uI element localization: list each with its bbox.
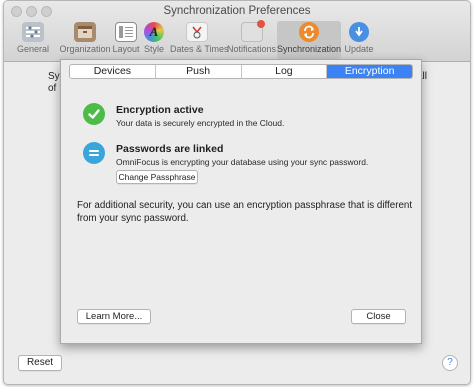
toolbar-label: Layout [112, 44, 140, 54]
toolbar-synchronization[interactable]: Synchronization [277, 21, 341, 59]
toolbar-notifications[interactable]: Notifications [227, 20, 277, 59]
change-passphrase-button[interactable]: Change Passphrase [116, 170, 198, 184]
passwords-linked-subtitle: OmniFocus is encrypting your database us… [116, 157, 369, 167]
sync-icon [299, 22, 319, 42]
reset-button[interactable]: Reset [18, 355, 62, 371]
toolbar-label: Style [143, 44, 164, 54]
layout-icon [115, 22, 137, 42]
toolbar-style[interactable]: A Style [141, 21, 167, 59]
toolbar-label: Dates & Times [170, 44, 229, 54]
window-title: Synchronization Preferences [163, 5, 311, 17]
calendar-clock-icon [186, 22, 208, 42]
toolbar-dates-times[interactable]: Dates & Times [170, 21, 229, 59]
title-bar: Synchronization Preferences General Orga… [4, 1, 470, 62]
notifications-icon [240, 20, 265, 42]
close-button[interactable]: Close [351, 309, 406, 324]
equals-icon [83, 142, 105, 164]
toolbar-label: Update [344, 44, 374, 54]
passwords-linked-title: Passwords are linked [116, 143, 224, 155]
general-icon [22, 22, 44, 42]
toolbar-general[interactable]: General [13, 21, 53, 59]
toolbar-layout[interactable]: Layout [111, 21, 141, 59]
toolbar-organization[interactable]: Organization [59, 21, 111, 59]
toolbar-label: Organization [59, 44, 111, 54]
sync-sheet: Devices Push Log Encryption Encryption a… [60, 59, 422, 344]
encryption-status-title: Encryption active [116, 104, 204, 116]
background-text: Sy [48, 71, 60, 82]
notification-badge [256, 20, 265, 28]
sheet-tab-bar: Devices Push Log Encryption [69, 64, 413, 79]
toolbar-label: Notifications [227, 44, 277, 54]
organization-icon [74, 22, 96, 42]
checkmark-icon [83, 103, 105, 125]
tab-devices[interactable]: Devices [70, 65, 156, 78]
tab-encryption[interactable]: Encryption [327, 65, 412, 78]
style-icon: A [144, 22, 164, 42]
encryption-info-text: For additional security, you can use an … [77, 200, 413, 224]
toolbar-label: Synchronization [277, 44, 342, 54]
background-text: of [48, 83, 57, 94]
tab-log[interactable]: Log [242, 65, 328, 78]
learn-more-button[interactable]: Learn More... [77, 309, 151, 324]
toolbar-update[interactable]: Update [343, 21, 375, 59]
encryption-status-subtitle: Your data is securely encrypted in the C… [116, 118, 285, 128]
toolbar-label: General [16, 44, 50, 54]
help-button[interactable]: ? [442, 355, 458, 371]
tab-push[interactable]: Push [156, 65, 242, 78]
download-icon [349, 22, 369, 42]
preferences-window: Synchronization Preferences General Orga… [3, 0, 471, 385]
